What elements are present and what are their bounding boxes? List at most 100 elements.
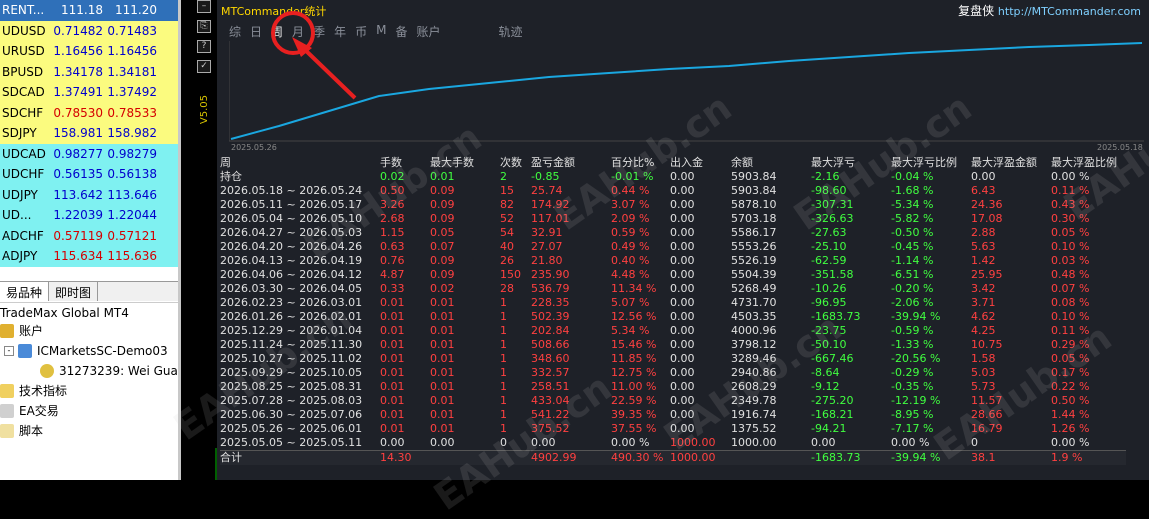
help-icon[interactable]: ? bbox=[197, 40, 211, 53]
nav-ea[interactable]: EA交易 bbox=[0, 401, 59, 421]
website-link[interactable]: 复盘侠 http://MTCommander.com bbox=[958, 2, 1141, 19]
bid-price: 0.78530 bbox=[53, 105, 103, 120]
table-cell: 6.43 bbox=[971, 184, 996, 197]
period-tab[interactable]: 账户 bbox=[416, 23, 440, 41]
table-cell: 2026.04.06 ~ 2026.04.12 bbox=[220, 268, 363, 281]
table-row[interactable]: 2025.10.27 ~ 2025.11.02 0.01 0.01 1 348.60 11… bbox=[220, 352, 1126, 366]
bid-price: 111.18 bbox=[61, 3, 103, 17]
period-tab[interactable]: 综 bbox=[229, 23, 241, 41]
table-cell: -0.35 % bbox=[891, 380, 934, 393]
table-cell: 0.76 bbox=[380, 254, 405, 267]
table-cell: 4.25 bbox=[971, 324, 996, 337]
symbol-name: ADJPY bbox=[2, 249, 38, 263]
table-cell: -0.50 % bbox=[891, 226, 934, 239]
period-tab[interactable]: 轨迹 bbox=[499, 23, 523, 41]
nav-server[interactable]: - ICMarketsSC-Demo03 bbox=[4, 341, 168, 361]
table-cell: 0.01 bbox=[430, 324, 455, 337]
nav-root[interactable]: TradeMax Global MT4 bbox=[0, 303, 129, 323]
period-tab[interactable]: 备 bbox=[395, 23, 407, 41]
table-row[interactable]: 2025.11.24 ~ 2025.11.30 0.01 0.01 1 508.66 15… bbox=[220, 338, 1126, 352]
period-tab[interactable]: 年 bbox=[334, 23, 346, 41]
holding-row[interactable]: 持仓 0.02 0.01 2 -0.85 -0.01 % 0.00 5903.84 -2.16-… bbox=[220, 170, 1126, 184]
table-cell: 0.00 % bbox=[1051, 436, 1090, 449]
table-row[interactable]: 2026.04.13 ~ 2026.04.19 0.76 0.09 26 21.80 0.… bbox=[220, 254, 1126, 268]
table-cell: 2.88 bbox=[971, 226, 996, 239]
tab-symbols[interactable]: 易品种 bbox=[0, 282, 50, 301]
version-label: V5.05 bbox=[199, 95, 210, 125]
bid-price: 1.37491 bbox=[53, 85, 103, 99]
table-cell: 0.01 bbox=[380, 352, 405, 365]
market-row[interactable]: SDCAD 1.37491 1.37492 bbox=[0, 82, 178, 103]
chart-toolbar: – ⎘? ✓ bbox=[197, 0, 214, 78]
period-tab[interactable]: 季 bbox=[313, 23, 325, 41]
column-header: 余额 bbox=[731, 156, 753, 169]
nav-indicators[interactable]: 技术指标 bbox=[0, 381, 67, 401]
table-cell: 3.71 bbox=[971, 296, 996, 309]
table-cell: 5.63 bbox=[971, 240, 996, 253]
market-row[interactable]: ADJPY 115.634 115.636 bbox=[0, 246, 178, 267]
market-row[interactable]: UDCHF 0.56135 0.56138 bbox=[0, 164, 178, 185]
table-cell: 0.00 bbox=[811, 436, 836, 449]
table-cell: 536.79 bbox=[531, 282, 570, 295]
table-cell: 4.87 bbox=[380, 268, 405, 281]
symbol-name: SDCAD bbox=[2, 85, 45, 99]
table-cell: 1375.52 bbox=[731, 422, 777, 435]
period-tab[interactable]: 月 bbox=[292, 23, 304, 41]
table-cell: -0.29 % bbox=[891, 366, 934, 379]
market-row[interactable]: SDCHF 0.78530 0.78533 bbox=[0, 102, 178, 123]
table-row[interactable]: 2026.02.23 ~ 2026.03.01 0.01 0.01 1 228.35 5.… bbox=[220, 296, 1126, 310]
table-cell: -6.51 % bbox=[891, 268, 934, 281]
table-cell: 0.07 % bbox=[1051, 282, 1090, 295]
expand-icon[interactable]: - bbox=[4, 346, 14, 356]
period-tab[interactable]: 日 bbox=[250, 23, 262, 41]
table-cell: 5586.17 bbox=[731, 226, 777, 239]
link-url[interactable]: http://MTCommander.com bbox=[998, 5, 1141, 18]
period-tab[interactable]: M bbox=[376, 23, 386, 41]
table-cell: 0.00 bbox=[670, 184, 695, 197]
table-cell: 0.00 bbox=[670, 198, 695, 211]
market-row[interactable]: UDJPY 113.642 113.646 bbox=[0, 184, 178, 205]
nav-account[interactable]: 31273239: Wei Gua bbox=[40, 361, 178, 381]
table-cell: 1 bbox=[500, 338, 507, 351]
table-row[interactable]: 2026.03.30 ~ 2026.04.05 0.33 0.02 28 536.79 1… bbox=[220, 282, 1126, 296]
table-cell: 0.01 bbox=[380, 338, 405, 351]
column-header: 最大浮盈金额 bbox=[971, 156, 1037, 169]
total-cell: 14.30 bbox=[380, 450, 430, 465]
ask-price: 111.20 bbox=[115, 3, 157, 17]
table-row[interactable]: 2025.09.29 ~ 2025.10.05 0.01 0.01 1 332.57 12… bbox=[220, 366, 1126, 380]
nav-accounts[interactable]: 账户 bbox=[0, 321, 43, 341]
table-cell: -168.21 bbox=[811, 408, 854, 421]
symbol-name: UDCAD bbox=[2, 146, 46, 161]
table-cell: 0.01 bbox=[430, 408, 455, 421]
market-row[interactable]: UDUSD 0.71482 0.71483 bbox=[0, 20, 178, 41]
nav-scripts[interactable]: 脚本 bbox=[0, 421, 43, 441]
market-row[interactable]: RENT... 111.18 111.20 bbox=[0, 0, 178, 21]
market-watch: RENT... 111.18 111.20 UDUSD 0.71482 0.71483 UR… bbox=[0, 0, 178, 280]
ask-price: 1.37492 bbox=[107, 85, 157, 99]
market-row[interactable]: URUSD 1.16456 1.16456 bbox=[0, 41, 178, 62]
table-cell: 4731.70 bbox=[731, 296, 777, 309]
table-cell: 1.42 bbox=[971, 254, 996, 267]
market-row[interactable]: UDCAD 0.98277 0.98279 bbox=[0, 143, 178, 164]
nav-ea-label: EA交易 bbox=[19, 404, 59, 418]
tab-tick-chart[interactable]: 即时图 bbox=[49, 282, 99, 301]
period-tab[interactable] bbox=[450, 23, 490, 41]
table-cell: 27.07 bbox=[531, 240, 563, 253]
table-row[interactable]: 2026.01.26 ~ 2026.02.01 0.01 0.01 1 502.39 12… bbox=[220, 310, 1126, 324]
table-row[interactable]: 2026.04.06 ~ 2026.04.12 4.87 0.09 150 235.90… bbox=[220, 268, 1126, 282]
table-cell: 2026.04.13 ~ 2026.04.19 bbox=[220, 254, 363, 267]
market-row[interactable]: UD... 1.22039 1.22044 bbox=[0, 205, 178, 226]
market-row[interactable]: BPUSD 1.34178 1.34181 bbox=[0, 61, 178, 82]
table-cell: 15.46 % bbox=[611, 338, 657, 351]
period-tab[interactable]: 币 bbox=[355, 23, 367, 41]
market-row[interactable]: ADCHF 0.57119 0.57121 bbox=[0, 225, 178, 246]
market-row[interactable]: SDJPY 158.981 158.982 bbox=[0, 123, 178, 144]
table-cell: 11.34 % bbox=[611, 282, 657, 295]
table-cell: 82 bbox=[500, 198, 514, 211]
check-icon[interactable]: ✓ bbox=[197, 60, 211, 73]
period-tab[interactable]: 周 bbox=[271, 23, 283, 41]
server-icon bbox=[18, 344, 32, 358]
table-cell: 0.01 bbox=[380, 366, 405, 379]
minimize-icon[interactable]: – bbox=[197, 0, 211, 13]
move-icon[interactable]: ⎘ bbox=[197, 20, 211, 33]
